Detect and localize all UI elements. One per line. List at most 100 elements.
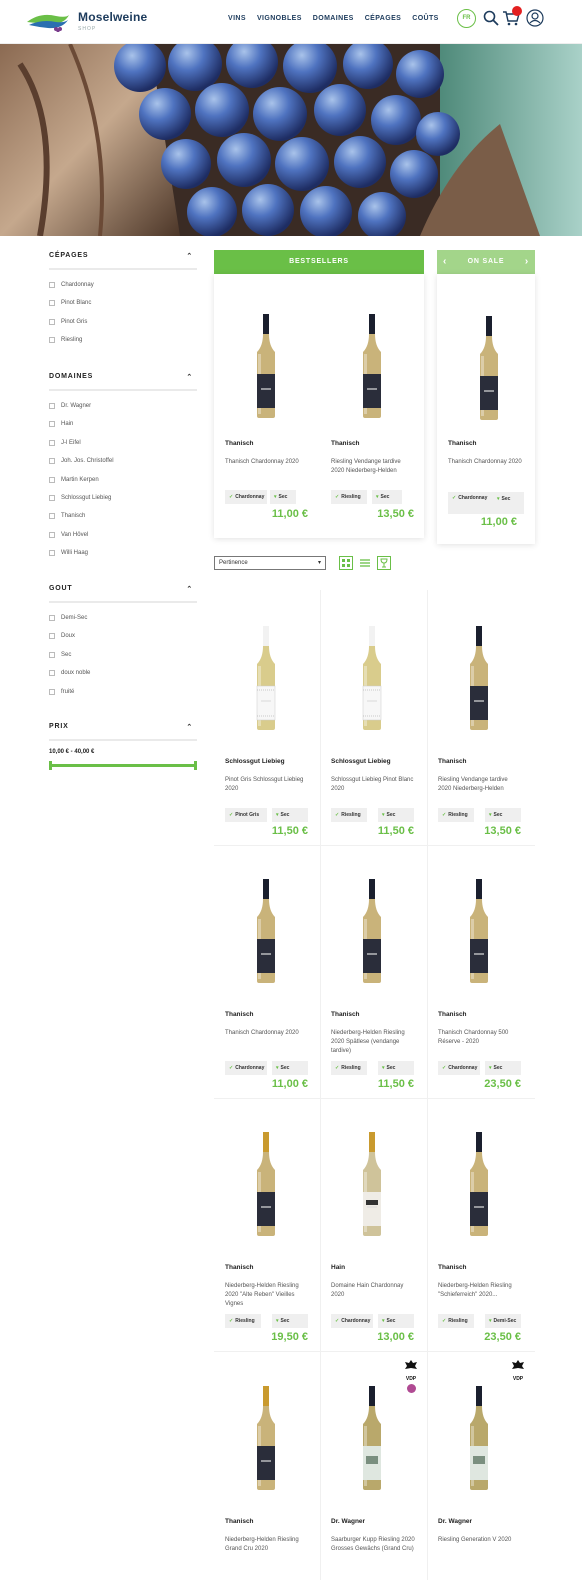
checkbox[interactable]	[49, 633, 55, 640]
checkbox[interactable]	[49, 421, 55, 428]
wine-bottle-image[interactable]	[464, 1132, 494, 1236]
nav-item-vins[interactable]: VINS	[228, 15, 246, 22]
wine-bottle-image[interactable]	[464, 626, 494, 730]
product-winery[interactable]: Dr. Wagner	[438, 1518, 472, 1525]
wine-bottle-image[interactable]	[251, 879, 281, 983]
checkbox[interactable]	[49, 403, 55, 409]
product-name[interactable]: Niederberg-Helden Riesling Grand Cru 202…	[225, 1536, 309, 1554]
checkbox[interactable]	[49, 550, 55, 557]
wine-bottle-image[interactable]	[357, 626, 387, 730]
product-card[interactable]: Schlossgut Liebieg Schlossgut Liebieg Pin…	[320, 592, 426, 844]
product-name[interactable]: Thanisch Chardonnay 2020	[448, 458, 532, 467]
checkbox[interactable]	[49, 318, 55, 325]
product-name[interactable]: Thanisch Chardonnay 500 Réserve - 2020	[438, 1029, 522, 1047]
product-card[interactable]: Thanisch Niederberg-Helden Riesling "Schi…	[427, 1098, 533, 1350]
wine-bottle-image[interactable]	[251, 1132, 281, 1236]
product-name[interactable]: Thanisch Chardonnay 2020	[225, 1029, 309, 1038]
product-card[interactable]: Thanisch Riesling Vendange tardive 2020 N…	[427, 592, 533, 844]
checkbox[interactable]	[49, 513, 55, 520]
product-name[interactable]: Riesling Vendange tardive 2020 Niederber…	[331, 458, 415, 476]
filter-option[interactable]: Van Hövel	[49, 526, 197, 544]
filter-cepages-header[interactable]: CÉPAGES ⌃	[49, 252, 197, 270]
language-button[interactable]: FR	[457, 9, 476, 28]
chevron-right-icon[interactable]: ›	[525, 250, 529, 274]
price-slider-min-handle[interactable]	[49, 761, 52, 770]
product-name[interactable]: Domaine Hain Chardonnay 2020	[331, 1282, 415, 1300]
filter-gout-header[interactable]: GOUT ⌃	[49, 585, 197, 603]
product-card[interactable]: Thanisch Niederberg-Helden Riesling 2020 …	[214, 1098, 320, 1350]
checkbox[interactable]	[49, 615, 55, 621]
product-name[interactable]: Niederberg-Helden Riesling "Schieferreic…	[438, 1282, 522, 1300]
checkbox[interactable]	[49, 300, 55, 307]
wine-bottle-image[interactable]	[357, 879, 387, 983]
wine-glass-view-icon[interactable]	[377, 556, 391, 570]
wine-bottle-image[interactable]	[357, 1386, 387, 1490]
product-name[interactable]: Riesling Generation V 2020	[438, 1536, 522, 1545]
product-winery[interactable]: Thanisch	[438, 1264, 467, 1271]
filter-option[interactable]: Thanisch	[49, 507, 197, 525]
filter-option[interactable]: Pinot Gris	[49, 313, 197, 331]
filter-option[interactable]: Hain	[49, 415, 197, 433]
checkbox[interactable]	[49, 458, 55, 465]
product-winery[interactable]: Thanisch	[225, 1264, 254, 1271]
checkbox[interactable]	[49, 282, 55, 288]
filter-option[interactable]: Pinot Blanc	[49, 294, 197, 312]
wine-bottle-image[interactable]	[251, 314, 281, 418]
filter-option[interactable]: Sec	[49, 646, 197, 664]
checkbox[interactable]	[49, 688, 55, 695]
product-card[interactable]: Thanisch Riesling Vendange tardive 2020 N…	[320, 280, 426, 532]
checkbox[interactable]	[49, 670, 55, 677]
list-view-icon[interactable]	[359, 557, 371, 569]
filter-prix-header[interactable]: PRIX ⌃	[49, 723, 197, 741]
product-card[interactable]: Thanisch Thanisch Chardonnay 500 Réserve …	[427, 845, 533, 1097]
chevron-up-icon[interactable]: ⌃	[186, 585, 193, 593]
product-name[interactable]: Niederberg-Helden Riesling 2020 "Alte Re…	[225, 1282, 309, 1309]
search-icon[interactable]	[482, 9, 500, 27]
filter-option[interactable]: Dr. Wagner	[49, 397, 197, 415]
filter-option[interactable]: doux noble	[49, 664, 197, 682]
price-slider-max-handle[interactable]	[194, 761, 197, 770]
checkbox[interactable]	[49, 476, 55, 483]
product-name[interactable]: Niederberg-Helden Riesling 2020 Spätlese…	[331, 1029, 415, 1056]
product-name[interactable]: Pinot Gris Schlossgut Liebieg 2020	[225, 776, 309, 794]
wine-bottle-image[interactable]	[357, 314, 387, 418]
nav-item-couts[interactable]: COÛTS	[412, 15, 439, 22]
product-name[interactable]: Thanisch Chardonnay 2020	[225, 458, 309, 467]
nav-item-vignobles[interactable]: VIGNOBLES	[257, 15, 302, 22]
wine-bottle-image[interactable]	[464, 879, 494, 983]
product-winery[interactable]: Hain	[331, 1264, 345, 1271]
product-name[interactable]: Schlossgut Liebieg Pinot Blanc 2020	[331, 776, 415, 794]
filter-option[interactable]: Martin Kerpen	[49, 471, 197, 489]
logo[interactable]: Moselweine SHOP	[26, 7, 156, 37]
product-winery[interactable]: Thanisch	[225, 440, 254, 447]
filter-option[interactable]: Willi Haag	[49, 544, 197, 562]
wine-bottle-image[interactable]	[357, 1132, 387, 1236]
filter-option[interactable]: Joh. Jos. Christoffel	[49, 452, 197, 470]
product-winery[interactable]: Thanisch	[438, 1011, 467, 1018]
wine-bottle-image[interactable]	[251, 1386, 281, 1490]
grid-view-icon[interactable]	[339, 556, 353, 570]
checkbox[interactable]	[49, 439, 55, 446]
product-winery[interactable]: Schlossgut Liebieg	[225, 758, 285, 765]
filter-option[interactable]: J-l Eifel	[49, 434, 197, 452]
chevron-up-icon[interactable]: ⌃	[186, 252, 193, 260]
product-name[interactable]: Saarburger Kupp Riesling 2020 Grosses Ge…	[331, 1536, 415, 1554]
product-winery[interactable]: Thanisch	[225, 1518, 254, 1525]
filter-option[interactable]: Riesling	[49, 331, 197, 349]
product-winery[interactable]: Thanisch	[331, 1011, 360, 1018]
product-winery[interactable]: Dr. Wagner	[331, 1518, 365, 1525]
product-card[interactable]: Thanisch Niederberg-Helden Riesling Grand…	[214, 1352, 320, 1580]
filter-option[interactable]: Schlossgut Liebieg	[49, 489, 197, 507]
checkbox[interactable]	[49, 337, 55, 344]
nav-item-cepages[interactable]: CÉPAGES	[365, 15, 402, 22]
wine-bottle-image[interactable]	[464, 1386, 494, 1490]
filter-option[interactable]: Doux	[49, 627, 197, 645]
product-winery[interactable]: Thanisch	[225, 1011, 254, 1018]
chevron-up-icon[interactable]: ⌃	[186, 373, 193, 381]
product-card[interactable]: Thanisch Thanisch Chardonnay 2020 ✓ Chardon…	[214, 280, 320, 532]
account-icon[interactable]	[526, 9, 544, 27]
product-card[interactable]: Dr. Wagner Riesling Generation V 2020	[427, 1352, 533, 1580]
filter-option[interactable]: Chardonnay	[49, 276, 197, 294]
chevron-left-icon[interactable]: ‹	[443, 250, 447, 274]
product-winery[interactable]: Thanisch	[331, 440, 360, 447]
